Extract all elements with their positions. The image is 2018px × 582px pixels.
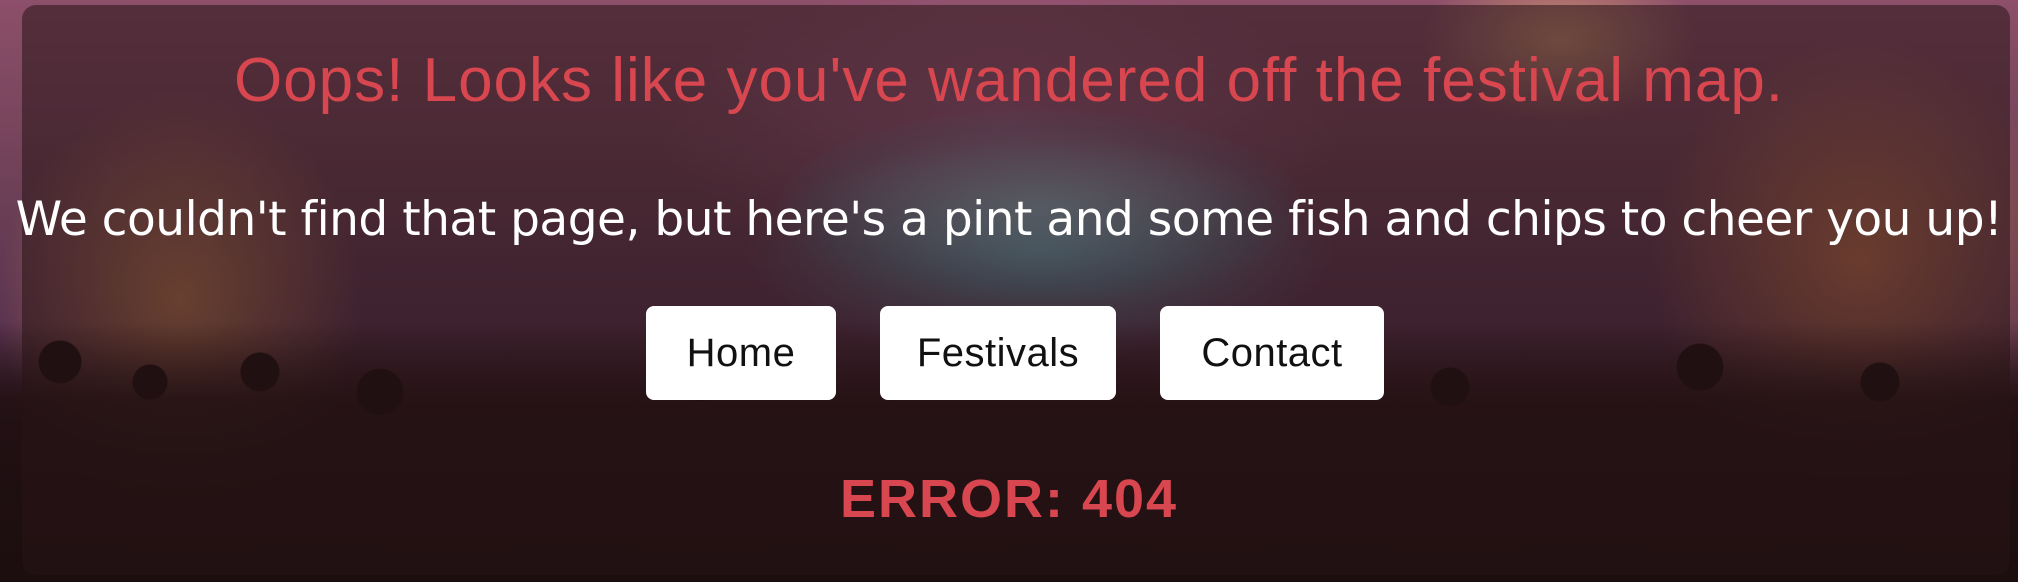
error-message: We couldn't find that page, but here's a… bbox=[15, 192, 2003, 247]
navigation-buttons: Home Festivals Contact bbox=[0, 306, 2018, 400]
home-button[interactable]: Home bbox=[646, 306, 836, 400]
festivals-button[interactable]: Festivals bbox=[880, 306, 1116, 400]
contact-button[interactable]: Contact bbox=[1160, 306, 1384, 400]
error-code: ERROR: 404 bbox=[839, 469, 1179, 529]
page-title: Oops! Looks like you've wandered off the… bbox=[233, 46, 1785, 115]
